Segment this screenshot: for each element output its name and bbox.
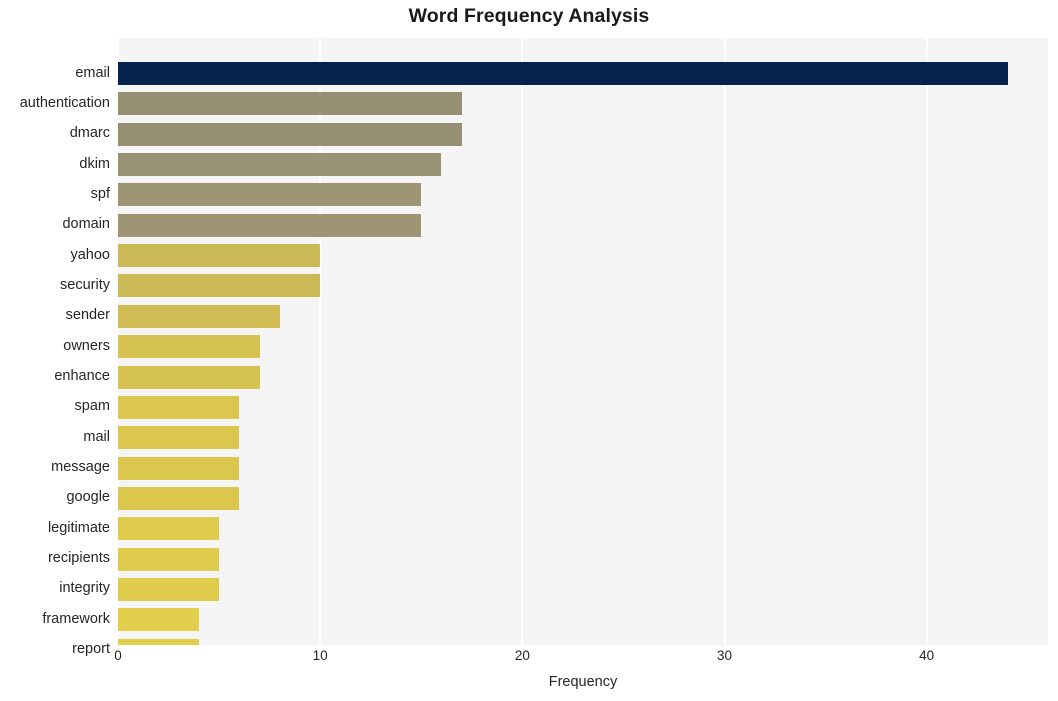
y-tick-label-spam: spam [74,398,110,415]
x-axis-ticks: 0 10 20 30 40 [114,648,1048,672]
y-tick-label-enhance: enhance [54,368,110,384]
x-axis-title: Frequency [548,674,618,690]
bar-security[interactable] [118,274,321,298]
y-tick-label-mail: mail [83,428,110,445]
y-tick-label-security: security [60,276,110,293]
x-tick-label-0: 0 [114,648,122,663]
y-tick-label-domain: domain [62,216,110,233]
plot-area [118,38,1048,645]
bar-dmarc[interactable] [118,122,462,146]
y-tick-label-email: email [75,64,110,81]
x-tick-label-10: 10 [312,648,328,663]
bar-email[interactable] [118,62,1008,85]
y-tick-label-message: message [51,459,110,476]
bar-message[interactable] [118,456,240,480]
y-tick-label-owners: owners [63,337,110,354]
bar-owners[interactable] [118,335,260,359]
gridline-x-30 [723,38,726,645]
bar-dkim[interactable] [118,153,442,177]
bar-report[interactable] [118,638,199,645]
y-tick-label-spf: spf [90,185,110,202]
bar-legitimate[interactable] [118,517,220,541]
bar-mail[interactable] [118,426,240,450]
y-tick-label-dmarc: dmarc [69,125,110,142]
chart-figure: Word Frequency Analysis email authenticat… [0,0,1058,701]
bar-framework[interactable] [118,608,199,632]
y-tick-label-google: google [66,489,110,506]
x-tick-label-20: 20 [514,648,530,663]
bar-spf[interactable] [118,183,422,207]
gridline-x-20 [521,38,524,645]
y-tick-label-legitimate: legitimate [47,519,110,536]
y-tick-label-recipients: recipients [47,550,110,567]
y-tick-label-dkim: dkim [79,155,110,172]
y-tick-label-framework: framework [42,610,110,627]
bar-spam[interactable] [118,395,240,419]
bar-authentication[interactable] [118,92,462,116]
bar-domain[interactable] [118,213,422,237]
bar-enhance[interactable] [118,365,260,389]
y-tick-label-integrity: integrity [59,580,110,597]
y-tick-label-sender: sender [65,307,110,324]
y-tick-label-yahoo: yahoo [70,246,110,263]
bar-integrity[interactable] [118,577,220,601]
y-axis-labels: email authentication dmarc dkim spf domain yah… [0,38,110,658]
bar-google[interactable] [118,486,240,510]
gridline-x-40 [925,38,928,645]
x-tick-label-30: 30 [717,648,733,663]
bar-recipients[interactable] [118,547,220,571]
x-tick-label-40: 40 [919,648,935,663]
bar-yahoo[interactable] [118,244,321,268]
bar-sender[interactable] [118,304,280,328]
y-tick-label-authentication: authentication [19,94,110,111]
chart-title: Word Frequency Analysis [408,5,650,27]
